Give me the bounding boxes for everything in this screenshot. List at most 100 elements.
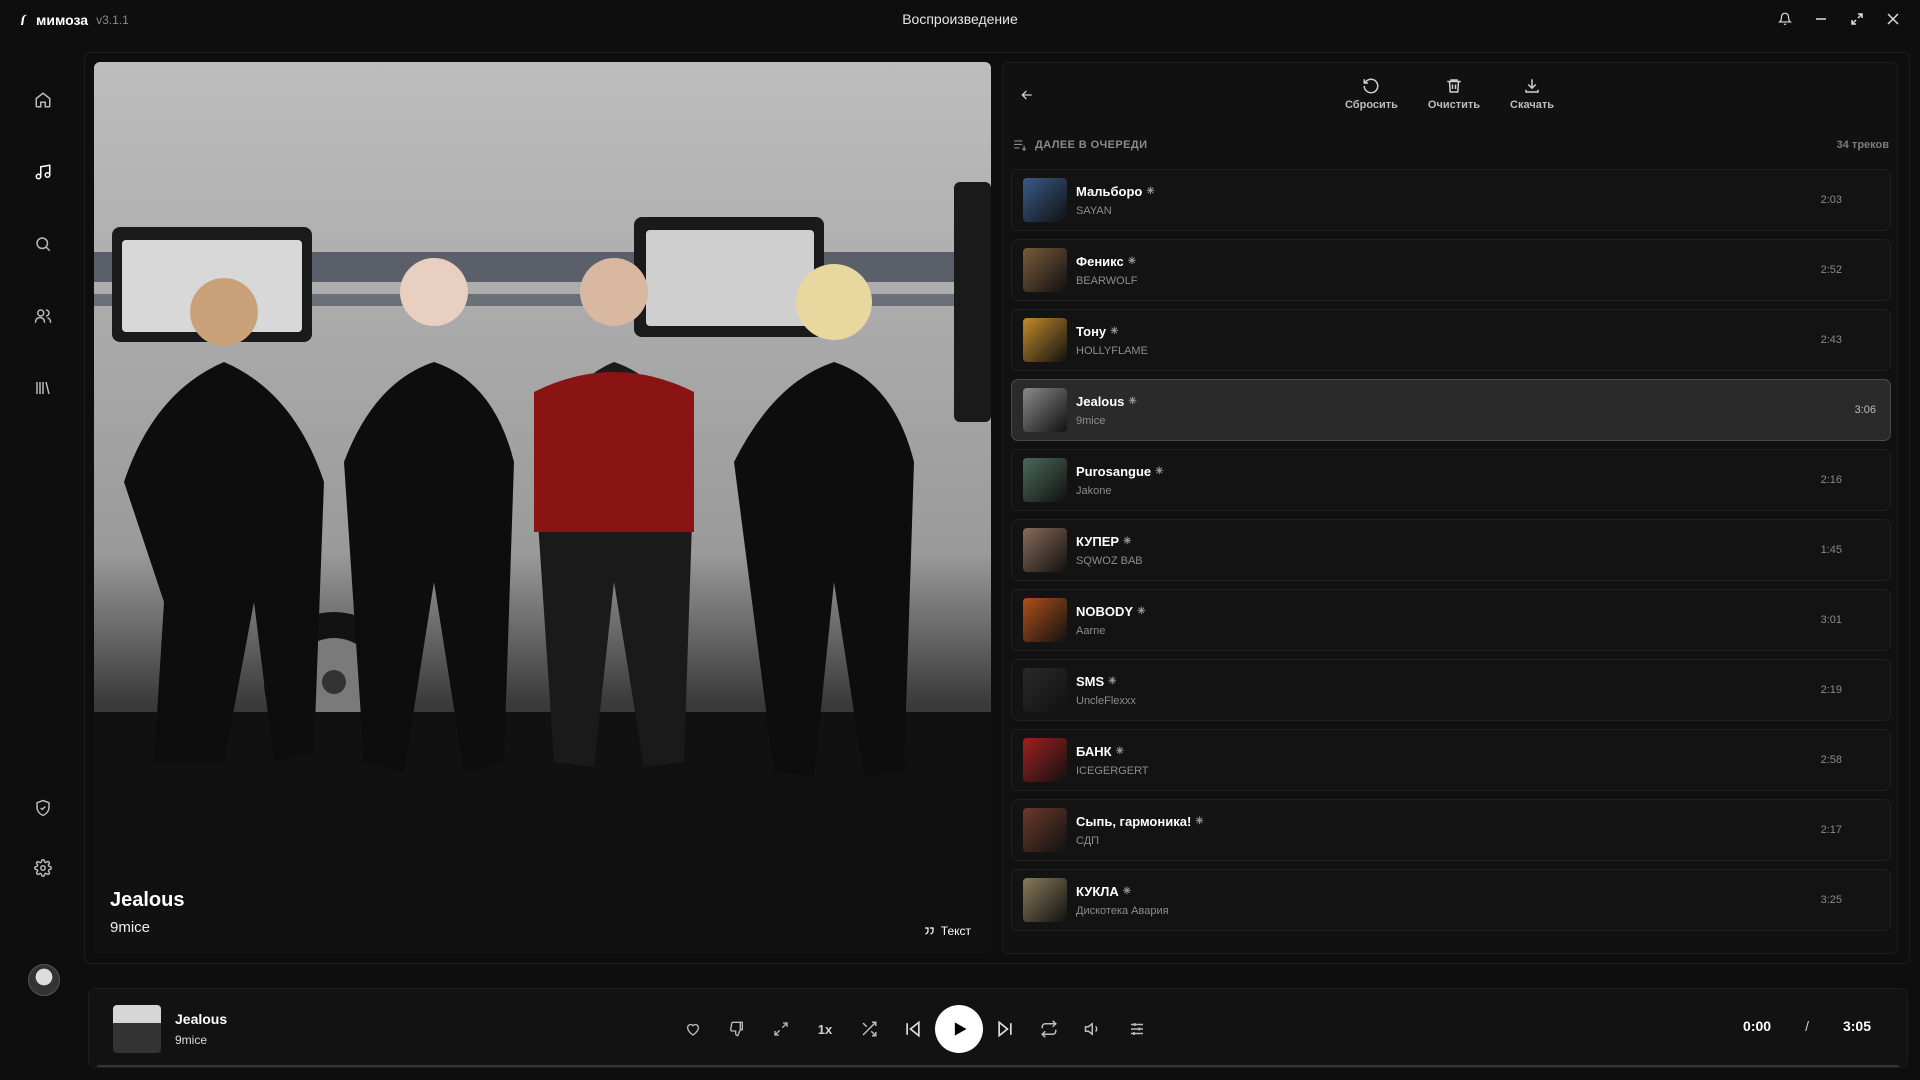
track-artist: Aarne [1076, 624, 1106, 637]
minimize-icon[interactable] [1812, 10, 1830, 28]
trash-icon [1447, 79, 1461, 93]
queue-heading: ДАЛЕЕ В ОЧЕРЕДИ [1035, 139, 1148, 151]
track-duration: 3:06 [1854, 404, 1876, 416]
track-title: SMS [1076, 673, 1105, 689]
time-separator: / [1805, 1018, 1809, 1034]
home-icon[interactable] [31, 88, 55, 112]
queue-track-row[interactable]: Тону ✳ HOLLYFLAME 2:43 [1011, 309, 1891, 371]
queue-track-row[interactable]: БАНК ✳ ICEGERGERT 2:58 [1011, 729, 1891, 791]
track-duration: 3:25 [1820, 894, 1842, 906]
play-icon [954, 1022, 967, 1036]
reset-button[interactable]: Сбросить [1345, 77, 1398, 111]
track-cover-thumb [1023, 178, 1067, 222]
track-cover-thumb [1023, 318, 1067, 362]
shield-icon[interactable] [31, 796, 55, 820]
queue-toolbar: Сбросить Очистить Скачать [1003, 63, 1897, 129]
previous-icon[interactable] [891, 1007, 935, 1051]
window-controls [1776, 10, 1902, 28]
track-cover-thumb [1023, 738, 1067, 782]
track-artist: SQWOZ BAB [1076, 554, 1143, 567]
gear-icon[interactable] [31, 856, 55, 880]
queue-list-icon [1014, 140, 1027, 151]
queue-panel: Сбросить Очистить Скачать ДАЛЕЕ В ОЧЕРЕД… [1002, 62, 1898, 954]
track-cover-thumb [1023, 808, 1067, 852]
equalizer-icon[interactable] [1115, 1007, 1159, 1051]
track-cover-thumb [1023, 668, 1067, 712]
heart-icon[interactable] [671, 1007, 715, 1051]
download-button[interactable]: Скачать [1510, 77, 1554, 111]
track-artist: Jakone [1076, 484, 1112, 497]
track-artist: СДП [1076, 834, 1100, 847]
queue-track-row[interactable]: Феникс ✳ BEARWOLF 2:52 [1011, 239, 1891, 301]
track-duration: 2:17 [1820, 824, 1842, 836]
track-artist: HOLLYFLAME [1076, 344, 1148, 357]
track-duration: 2:43 [1820, 334, 1842, 346]
progress-bar[interactable] [97, 1065, 1899, 1067]
now-playing-cover: Jealous 9mice Текст [94, 62, 991, 954]
track-duration: 2:19 [1820, 684, 1842, 696]
sparkle-icon: ✳ [1123, 535, 1132, 547]
player-track-title[interactable]: Jealous [175, 1011, 227, 1027]
repeat-icon[interactable] [1027, 1007, 1071, 1051]
volume-icon[interactable] [1071, 1007, 1115, 1051]
queue-track-row[interactable]: Jealous ✳ 9mice 3:06 [1011, 379, 1891, 441]
queue-track-row[interactable]: Мальборо ✳ SAYAN 2:03 [1011, 169, 1891, 231]
track-artist: UncleFlexxx [1076, 694, 1136, 707]
track-title: Феникс [1076, 253, 1124, 269]
search-icon[interactable] [31, 232, 55, 256]
track-artist: BEARWOLF [1076, 274, 1138, 287]
shuffle-icon[interactable] [847, 1007, 891, 1051]
track-cover-thumb [1023, 878, 1067, 922]
dislike-icon[interactable] [715, 1007, 759, 1051]
track-title: КУПЕР [1076, 533, 1120, 549]
library-icon[interactable] [31, 376, 55, 400]
sparkle-icon: ✳ [1110, 325, 1119, 337]
queue-track-row[interactable]: Сыпь, гармоника! ✳ СДП 2:17 [1011, 799, 1891, 861]
track-title: NOBODY [1076, 603, 1134, 619]
total-time: 3:05 [1842, 1018, 1871, 1034]
queue-track-row[interactable]: КУКЛА ✳ Дискотека Авария 3:25 [1011, 869, 1891, 931]
window-title: Воспроизведение [902, 11, 1018, 27]
queue-actions: Сбросить Очистить Скачать [1345, 77, 1554, 111]
back-arrow-icon[interactable] [1019, 87, 1035, 103]
track-cover-thumb [1023, 528, 1067, 572]
reset-label: Сбросить [1345, 99, 1398, 111]
speed-button[interactable]: 1x [803, 1007, 847, 1051]
users-icon[interactable] [31, 304, 55, 328]
sparkle-icon: ✳ [1115, 745, 1124, 757]
queue-track-row[interactable]: NOBODY ✳ Aarne 3:01 [1011, 589, 1891, 651]
cover-track-artist: 9mice [110, 919, 151, 936]
sparkle-icon: ✳ [1155, 465, 1164, 477]
sparkle-icon: ✳ [1195, 815, 1204, 827]
title-bar: мимоза v3.1.1 Воспроизведение [0, 0, 1920, 40]
track-cover-thumb [1023, 458, 1067, 502]
track-duration: 3:01 [1820, 614, 1842, 626]
clear-button[interactable]: Очистить [1428, 77, 1480, 111]
play-button[interactable] [935, 1005, 983, 1053]
track-duration: 2:58 [1820, 754, 1842, 766]
bell-icon[interactable] [1776, 10, 1794, 28]
lyrics-button[interactable]: Текст [923, 924, 971, 938]
current-time: 0:00 [1743, 1018, 1772, 1034]
track-artist: 9mice [1076, 414, 1106, 427]
queue-count: 34 треков [1836, 139, 1889, 151]
queue-track-row[interactable]: Purosangue ✳ Jakone 2:16 [1011, 449, 1891, 511]
close-icon[interactable] [1884, 10, 1902, 28]
cover-track-title: Jealous [110, 889, 185, 911]
queue-track-row[interactable]: КУПЕР ✳ SQWOZ BAB 1:45 [1011, 519, 1891, 581]
queue-list: Мальборо ✳ SAYAN 2:03 Феникс ✳ BEARWOLF 2:52 Тон… [1011, 169, 1891, 939]
track-cover-thumb [1023, 598, 1067, 642]
next-icon[interactable] [983, 1007, 1027, 1051]
track-cover-thumb [1023, 388, 1067, 432]
music-note-icon[interactable] [31, 160, 55, 184]
player-track-artist[interactable]: 9mice [175, 1033, 207, 1047]
time-display: 0:00 / 3:05 [1743, 1018, 1871, 1034]
maximize-icon[interactable] [1848, 10, 1866, 28]
player-bar: Jealous 9mice 1x 0:00 / 3:05 [88, 988, 1908, 1068]
expand-icon[interactable] [759, 1007, 803, 1051]
player-cover-thumb[interactable] [113, 1005, 161, 1053]
avatar[interactable] [28, 964, 60, 996]
track-duration: 1:45 [1820, 544, 1842, 556]
queue-track-row[interactable]: SMS ✳ UncleFlexxx 2:19 [1011, 659, 1891, 721]
sidebar [0, 52, 86, 996]
